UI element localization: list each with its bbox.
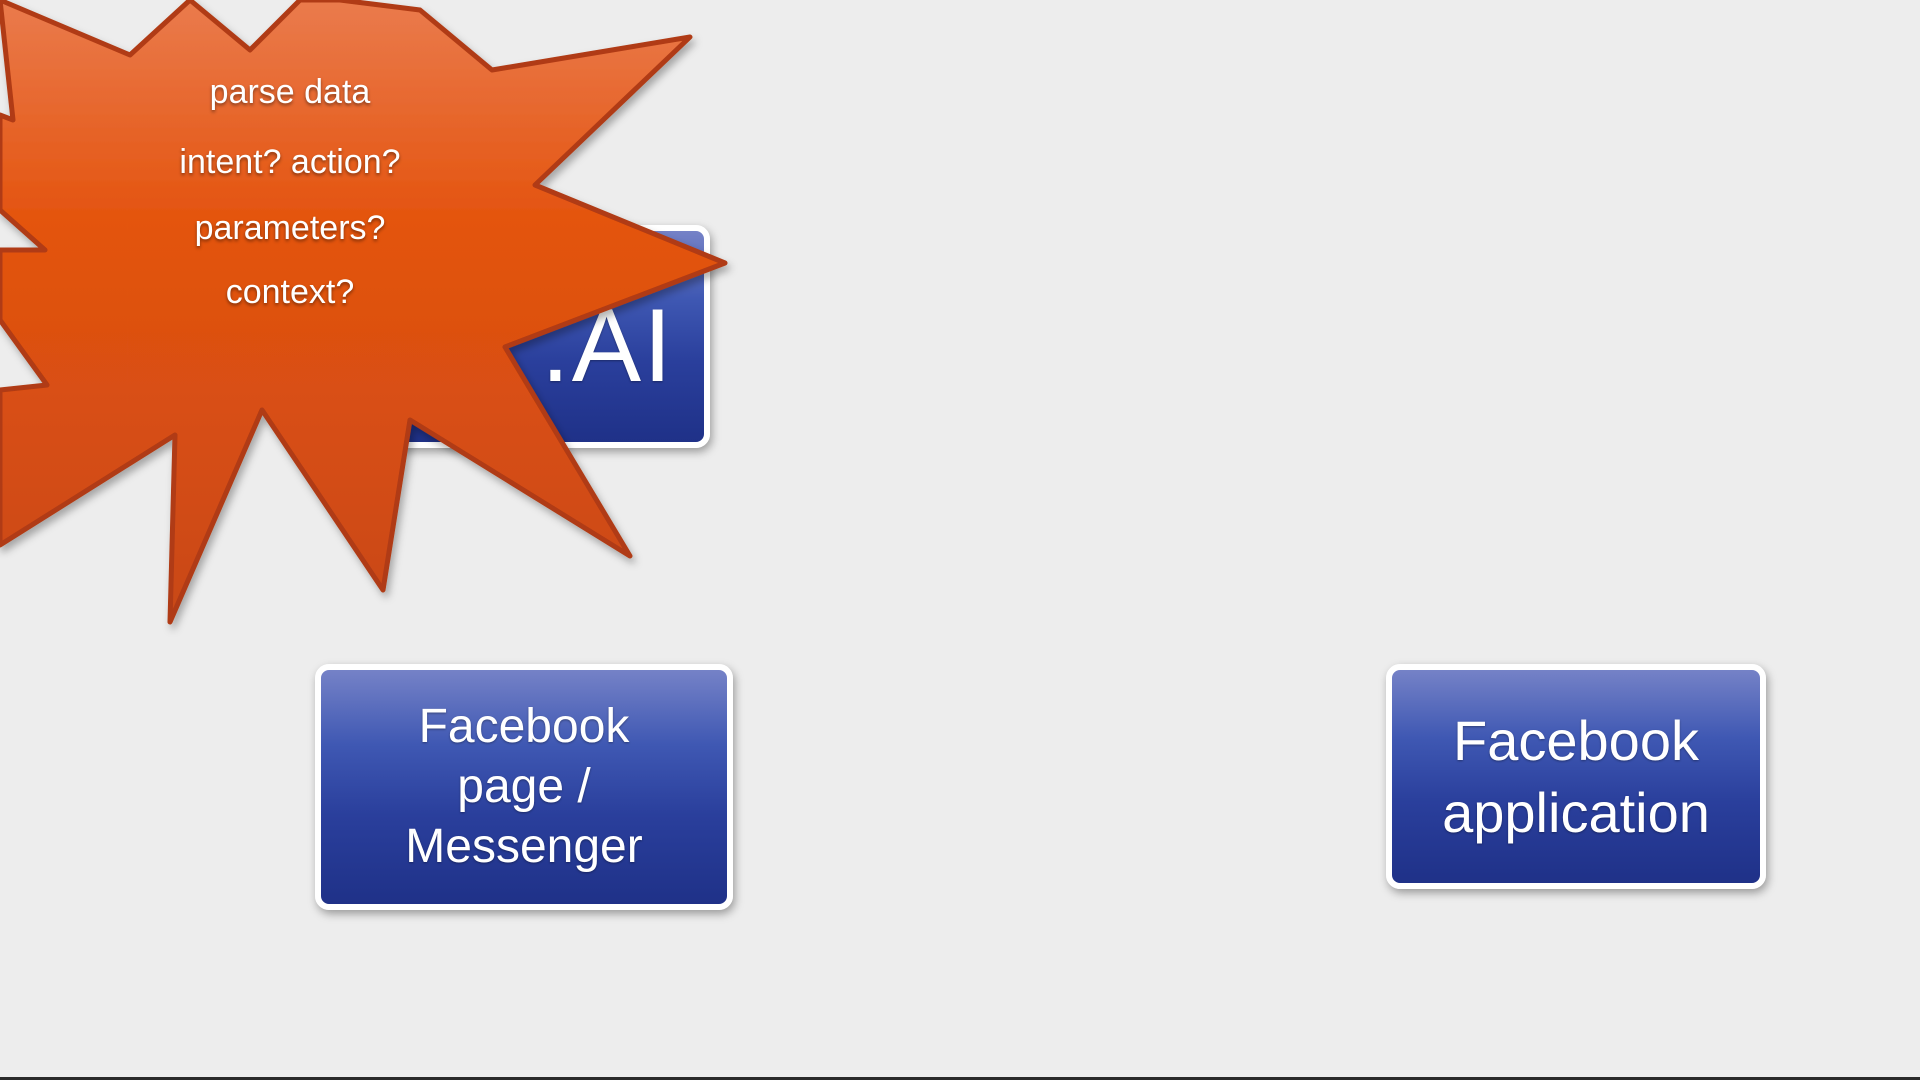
facebook-application-box: Facebook application (1386, 664, 1766, 889)
burst-line-parameters: parameters? (194, 209, 386, 247)
facebook-application-label: Facebook application (1442, 708, 1710, 844)
burst-line-intent-action: intent? action? (179, 143, 401, 181)
facebook-page-messenger-label: Facebook page / Messenger (405, 700, 643, 873)
slide-canvas: .AI parse data intent? action? parameter… (0, 0, 1920, 1080)
burst-line-context: context? (225, 273, 355, 311)
facebook-page-messenger-box: Facebook page / Messenger (315, 664, 733, 910)
burst-line-parse-data: parse data (209, 73, 371, 111)
